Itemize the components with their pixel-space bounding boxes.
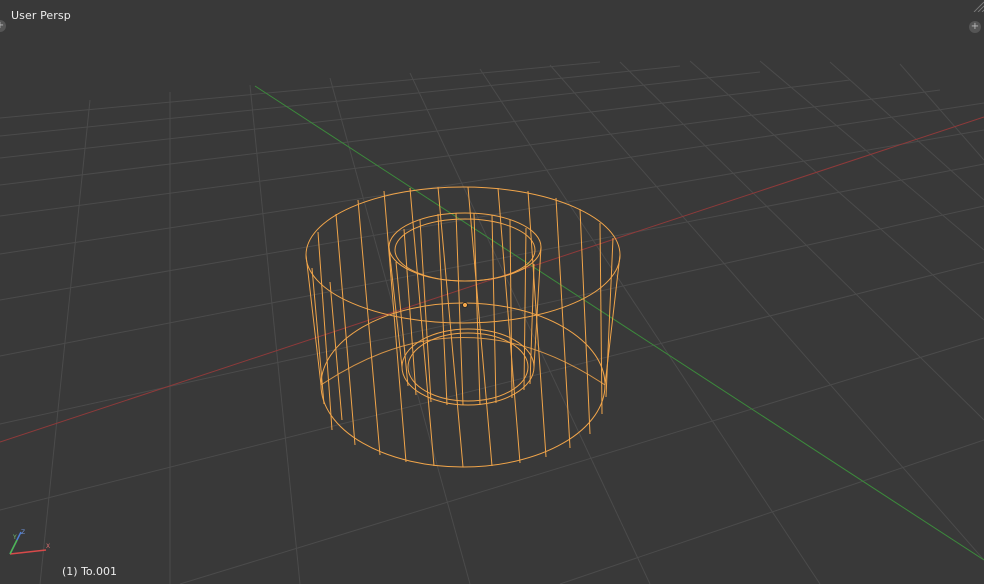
- 3d-viewport[interactable]: User Persp + + Z Y X (1) To.001: [0, 0, 984, 584]
- x-axis-line: [0, 116, 984, 443]
- cylinder-cap-rings: [320, 337, 606, 386]
- axis-y-label: Y: [12, 534, 17, 541]
- active-object-info: (1) To.001: [62, 565, 117, 578]
- object-origin-icon[interactable]: [462, 302, 468, 308]
- axis-z-label: Z: [21, 529, 25, 536]
- region-split-icon[interactable]: [972, 0, 984, 12]
- axis-gizmo-icon: Z Y X: [9, 529, 50, 555]
- axis-x-label: X: [46, 543, 50, 550]
- viewport-scene[interactable]: [0, 0, 984, 584]
- grid-floor: [0, 60, 984, 584]
- view-name-label: User Persp: [11, 9, 71, 22]
- outer-cylinder-wireframe[interactable]: [305, 186, 621, 468]
- plus-icon[interactable]: +: [969, 21, 981, 33]
